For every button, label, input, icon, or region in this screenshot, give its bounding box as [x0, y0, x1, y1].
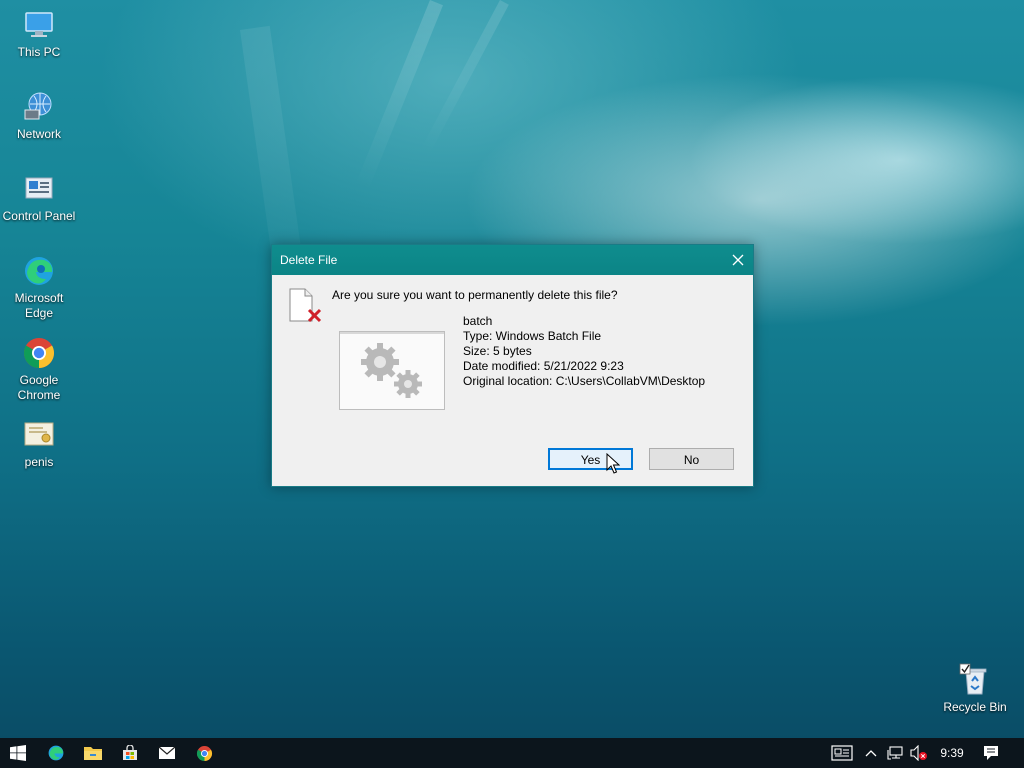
confirm-question: Are you sure you want to permanently del…: [332, 288, 618, 302]
start-button[interactable]: [0, 738, 36, 768]
desktop-icon-label: penis: [24, 455, 54, 469]
network-tray-button[interactable]: [884, 738, 906, 768]
taskbar-chrome[interactable]: [186, 738, 222, 768]
dialog-titlebar[interactable]: Delete File: [272, 245, 753, 275]
notification-icon: [984, 746, 998, 760]
certificate-file-icon: [24, 422, 54, 446]
recycle-bin-icon: [959, 663, 987, 695]
dialog-title: Delete File: [280, 253, 338, 267]
taskbar: 9:39: [0, 738, 1024, 768]
mail-icon: [158, 746, 176, 759]
start-icon: [10, 745, 26, 761]
chrome-icon: [196, 745, 212, 761]
desktop-icon-edge[interactable]: Microsoft Edge: [1, 254, 77, 321]
network-monitor-icon: [887, 746, 903, 760]
desktop-icon-chrome[interactable]: Google Chrome: [1, 336, 77, 403]
file-size: Size: 5 bytes: [463, 344, 532, 358]
desktop-icon-recycle-bin[interactable]: Recycle Bin: [937, 663, 1013, 715]
mouse-cursor-icon: [606, 453, 620, 474]
desktop-icon-this-pc[interactable]: This PC: [1, 8, 77, 60]
desktop-icon-file[interactable]: penis: [1, 418, 77, 470]
control-panel-icon: [25, 177, 53, 199]
this-pc-icon: [25, 12, 53, 37]
light-ray: [355, 0, 443, 191]
close-icon: [732, 254, 744, 266]
news-icon: [831, 745, 853, 761]
file-thumbnail: [339, 331, 445, 410]
show-hidden-icons-button[interactable]: [862, 738, 880, 768]
gears-icon: [361, 343, 422, 398]
close-button[interactable]: [723, 245, 753, 275]
desktop-icon-label: This PC: [17, 45, 61, 59]
yes-button[interactable]: Yes: [548, 448, 633, 470]
desktop-icon-label: Microsoft Edge: [14, 291, 64, 320]
file-date-modified: Date modified: 5/21/2022 9:23: [463, 359, 624, 373]
taskbar-file-explorer[interactable]: [75, 738, 111, 768]
action-center-button[interactable]: [976, 738, 1006, 768]
chrome-icon: [23, 338, 55, 368]
file-details: batch Type: Windows Batch File Size: 5 b…: [463, 314, 705, 389]
desktop-icon-label: Google Chrome: [17, 373, 61, 402]
delete-file-dialog: Delete File Are you sure you want to per…: [271, 244, 754, 487]
desktop-icon-control-panel[interactable]: Control Panel: [1, 172, 77, 224]
news-widget-button[interactable]: [826, 738, 858, 768]
desktop-icon-label: Recycle Bin: [943, 700, 1007, 714]
taskbar-mail[interactable]: [149, 738, 185, 768]
delete-file-icon: [289, 288, 322, 323]
desktop-icon-label: Network: [16, 127, 61, 141]
file-type: Type: Windows Batch File: [463, 329, 602, 343]
chevron-up-icon: [865, 750, 877, 757]
file-original-location: Original location: C:\Users\CollabVM\Des…: [463, 374, 706, 388]
taskbar-clock[interactable]: 9:39: [934, 738, 970, 768]
volume-muted-icon: [910, 745, 927, 761]
taskbar-edge[interactable]: [38, 738, 74, 768]
store-icon: [123, 745, 137, 760]
file-explorer-icon: [84, 747, 102, 760]
volume-tray-button[interactable]: [908, 738, 930, 768]
edge-icon: [25, 257, 53, 285]
desktop-icon-network[interactable]: Network: [1, 90, 77, 142]
edge-icon: [48, 745, 64, 761]
taskbar-store[interactable]: [112, 738, 148, 768]
no-button[interactable]: No: [649, 448, 734, 470]
network-icon: [24, 92, 52, 120]
desktop-icon-label: Control Panel: [2, 209, 76, 223]
file-name: batch: [463, 314, 493, 328]
